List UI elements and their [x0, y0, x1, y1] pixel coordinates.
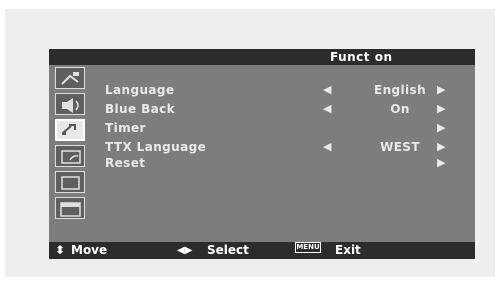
channel-icon[interactable] — [55, 145, 85, 167]
row-label: Language — [105, 83, 175, 97]
menu-button-icon: MENU — [295, 242, 321, 253]
category-sidebar — [49, 65, 91, 242]
select-icon: ◀▶ — [177, 245, 193, 256]
row-label: Reset — [105, 156, 146, 170]
left-arrow-icon[interactable]: ◀ — [323, 139, 331, 155]
right-arrow-icon[interactable]: ▶ — [437, 155, 445, 171]
osd-menu: Funct on Language ◀ English ▶ Blue Back … — [49, 49, 475, 259]
move-icon: ⬍ — [55, 243, 66, 257]
row-value: On — [390, 102, 410, 116]
picture-icon[interactable] — [55, 67, 85, 89]
right-arrow-icon[interactable]: ▶ — [437, 101, 445, 117]
row-label: Blue Back — [105, 102, 176, 116]
menu-title: Funct on — [330, 50, 393, 64]
menu-row-timer[interactable]: Timer ▶ — [105, 120, 475, 136]
sound-icon[interactable] — [55, 93, 85, 115]
pip-icon[interactable] — [55, 197, 85, 219]
row-value: English — [373, 83, 427, 97]
exit-label: Exit — [335, 243, 361, 257]
right-arrow-icon[interactable]: ▶ — [437, 139, 445, 155]
menu-row-reset[interactable]: Reset ▶ — [105, 155, 475, 171]
title-bar: Funct on — [49, 49, 475, 65]
screen-frame: Funct on Language ◀ English ▶ Blue Back … — [5, 9, 495, 277]
menu-row-language[interactable]: Language ◀ English ▶ — [105, 82, 475, 98]
help-bar: ⬍ Move ◀▶ Select MENU Exit — [49, 242, 475, 259]
left-arrow-icon[interactable]: ◀ — [323, 101, 331, 117]
menu-row-blue-back[interactable]: Blue Back ◀ On ▶ — [105, 101, 475, 117]
row-value: WEST — [380, 140, 420, 154]
right-arrow-icon[interactable]: ▶ — [437, 82, 445, 98]
move-label: Move — [71, 243, 108, 257]
right-arrow-icon[interactable]: ▶ — [437, 120, 445, 136]
row-label: TTX Language — [105, 140, 207, 154]
screen-icon[interactable] — [55, 171, 85, 193]
select-label: Select — [207, 243, 249, 257]
row-label: Timer — [105, 121, 146, 135]
menu-row-ttx-language[interactable]: TTX Language ◀ WEST ▶ — [105, 139, 475, 155]
function-icon[interactable] — [55, 119, 85, 141]
left-arrow-icon[interactable]: ◀ — [323, 82, 331, 98]
